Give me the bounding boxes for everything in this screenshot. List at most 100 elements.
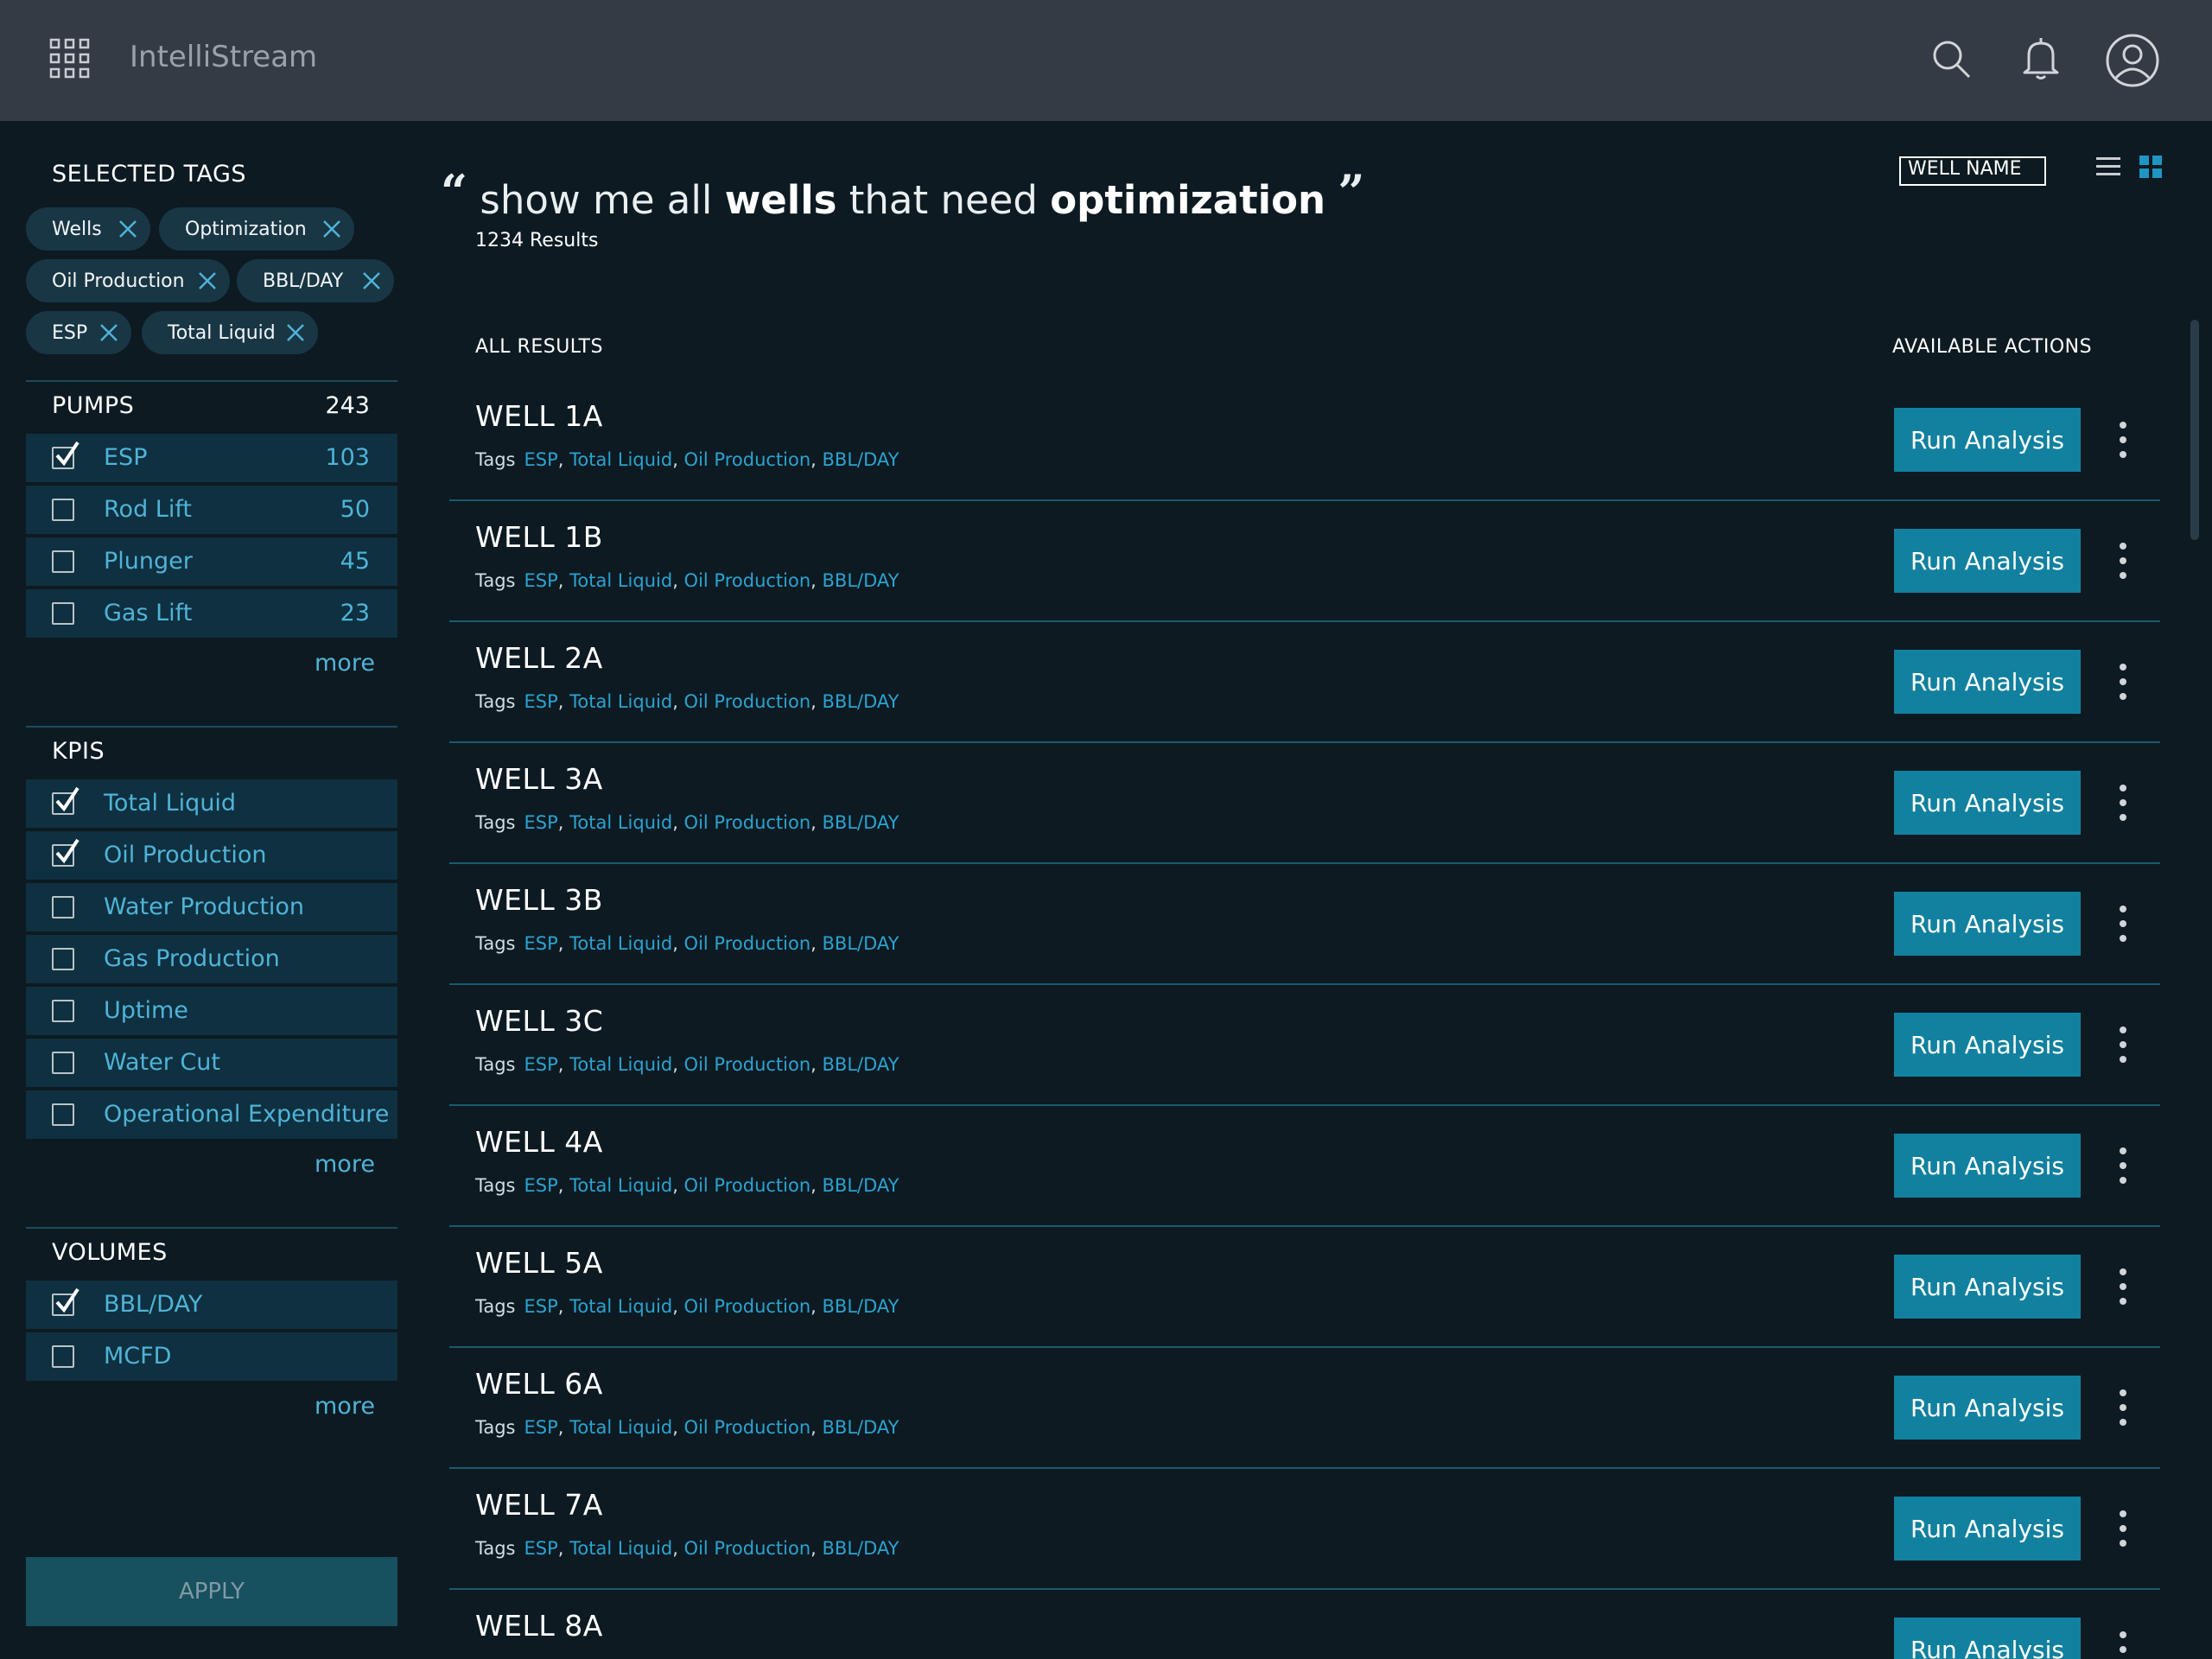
tag-chip-bbl-day[interactable]: BBL/DAY [237, 259, 394, 302]
filter-option-plunger[interactable]: Plunger 45 [26, 537, 397, 586]
tag-link[interactable]: BBL/DAY [823, 1175, 899, 1196]
tag-chip-oil-production[interactable]: Oil Production [26, 259, 230, 302]
filter-option-gas-production[interactable]: Gas Production [26, 935, 397, 983]
run-analysis-button[interactable]: Run Analysis [1894, 1497, 2081, 1560]
search-icon[interactable] [1930, 38, 1972, 79]
tag-link[interactable]: BBL/DAY [823, 1417, 899, 1438]
tag-link[interactable]: Oil Production [684, 1417, 811, 1438]
apps-grid-icon[interactable] [49, 38, 91, 79]
tag-link[interactable]: ESP [524, 1175, 558, 1196]
more-options-icon[interactable] [2117, 420, 2129, 460]
run-analysis-button[interactable]: Run Analysis [1894, 892, 2081, 956]
volumes-more-link[interactable]: more [315, 1393, 375, 1420]
well-title[interactable]: WELL 1B [475, 520, 603, 554]
checkbox-unchecked[interactable] [52, 896, 74, 918]
tag-link[interactable]: Total Liquid [569, 933, 672, 954]
well-row[interactable]: WELL 1A Tags ESP, Total Liquid, Oil Produc… [449, 380, 2160, 501]
filter-option-gas-lift[interactable]: Gas Lift 23 [26, 589, 397, 638]
tag-link[interactable]: Oil Production [684, 1538, 811, 1559]
checkbox-checked[interactable] [52, 838, 79, 867]
more-options-icon[interactable] [2117, 1388, 2129, 1427]
well-title[interactable]: WELL 4A [475, 1125, 603, 1159]
tag-chip-esp[interactable]: ESP [26, 311, 131, 354]
run-analysis-button[interactable]: Run Analysis [1894, 1134, 2081, 1198]
list-view-icon[interactable] [2096, 156, 2120, 178]
checkbox-unchecked[interactable] [52, 1345, 74, 1368]
filter-option-mcfd[interactable]: MCFD [26, 1332, 397, 1381]
tag-link[interactable]: Oil Production [684, 812, 811, 833]
tag-link[interactable]: Total Liquid [569, 691, 672, 712]
tag-link[interactable]: Oil Production [684, 691, 811, 712]
more-options-icon[interactable] [2117, 1025, 2129, 1065]
tag-link[interactable]: ESP [524, 691, 558, 712]
tag-link[interactable]: BBL/DAY [823, 691, 899, 712]
filter-option-water-production[interactable]: Water Production [26, 883, 397, 931]
tag-link[interactable]: ESP [524, 1054, 558, 1075]
well-row[interactable]: WELL 7A Tags ESP, Total Liquid, Oil Produc… [449, 1469, 2160, 1590]
run-analysis-button[interactable]: Run Analysis [1894, 1255, 2081, 1319]
bell-icon[interactable] [2020, 36, 2062, 81]
tag-link[interactable]: ESP [524, 570, 558, 591]
well-row[interactable]: WELL 4A Tags ESP, Total Liquid, Oil Produc… [449, 1106, 2160, 1227]
filter-option-total-liquid[interactable]: Total Liquid [26, 779, 397, 828]
well-title[interactable]: WELL 5A [475, 1246, 603, 1280]
remove-tag-icon[interactable] [285, 322, 306, 343]
tag-link[interactable]: ESP [524, 1417, 558, 1438]
tag-link[interactable]: BBL/DAY [823, 570, 899, 591]
checkbox-unchecked[interactable] [52, 550, 74, 573]
checkbox-unchecked[interactable] [52, 602, 74, 625]
grid-view-icon[interactable] [2139, 156, 2162, 178]
more-options-icon[interactable] [2117, 1630, 2129, 1659]
tag-link[interactable]: Oil Production [684, 1175, 811, 1196]
checkbox-unchecked[interactable] [52, 948, 74, 970]
remove-tag-icon[interactable] [321, 219, 342, 239]
well-row[interactable]: WELL 1B Tags ESP, Total Liquid, Oil Produc… [449, 501, 2160, 622]
tag-link[interactable]: ESP [524, 449, 558, 470]
filter-option-uptime[interactable]: Uptime [26, 987, 397, 1035]
well-title[interactable]: WELL 7A [475, 1488, 603, 1522]
tag-link[interactable]: Oil Production [684, 1054, 811, 1075]
run-analysis-button[interactable]: Run Analysis [1894, 1618, 2081, 1659]
sort-by-field[interactable]: WELL NAME [1899, 156, 2046, 186]
checkbox-checked[interactable] [52, 1287, 79, 1316]
tag-link[interactable]: Total Liquid [569, 449, 672, 470]
checkbox-unchecked[interactable] [52, 1000, 74, 1022]
more-options-icon[interactable] [2117, 662, 2129, 702]
run-analysis-button[interactable]: Run Analysis [1894, 1013, 2081, 1077]
more-options-icon[interactable] [2117, 1509, 2129, 1548]
run-analysis-button[interactable]: Run Analysis [1894, 529, 2081, 593]
more-options-icon[interactable] [2117, 783, 2129, 823]
tag-link[interactable]: BBL/DAY [823, 812, 899, 833]
well-title[interactable]: WELL 3B [475, 883, 603, 917]
well-row[interactable]: WELL 6A Tags ESP, Total Liquid, Oil Produc… [449, 1348, 2160, 1469]
checkbox-unchecked[interactable] [52, 499, 74, 521]
run-analysis-button[interactable]: Run Analysis [1894, 650, 2081, 714]
tag-link[interactable]: Total Liquid [569, 812, 672, 833]
apply-button[interactable]: APPLY [26, 1557, 397, 1626]
tag-link[interactable]: Total Liquid [569, 1417, 672, 1438]
well-title[interactable]: WELL 1A [475, 399, 603, 433]
filter-option-rod-lift[interactable]: Rod Lift 50 [26, 486, 397, 534]
checkbox-checked[interactable] [52, 786, 79, 815]
filter-option-operational-expenditure[interactable]: Operational Expenditure [26, 1090, 397, 1139]
pumps-more-link[interactable]: more [315, 650, 375, 677]
well-row[interactable]: WELL 5A Tags ESP, Total Liquid, Oil Produc… [449, 1227, 2160, 1348]
run-analysis-button[interactable]: Run Analysis [1894, 1376, 2081, 1440]
well-title[interactable]: WELL 2A [475, 641, 603, 675]
remove-tag-icon[interactable] [361, 270, 382, 291]
tag-link[interactable]: BBL/DAY [823, 933, 899, 954]
more-options-icon[interactable] [2117, 1146, 2129, 1185]
remove-tag-icon[interactable] [118, 219, 138, 239]
kpis-more-link[interactable]: more [315, 1151, 375, 1178]
well-title[interactable]: WELL 8A [475, 1609, 603, 1643]
user-avatar-icon[interactable] [2105, 33, 2160, 88]
scrollbar[interactable] [2190, 320, 2199, 540]
filter-option-water-cut[interactable]: Water Cut [26, 1039, 397, 1087]
tag-link[interactable]: Total Liquid [569, 1296, 672, 1317]
well-row[interactable]: WELL 3C Tags ESP, Total Liquid, Oil Produc… [449, 985, 2160, 1106]
tag-link[interactable]: Total Liquid [569, 570, 672, 591]
tag-link[interactable]: BBL/DAY [823, 1538, 899, 1559]
filter-option-bbl-day[interactable]: BBL/DAY [26, 1281, 397, 1329]
well-row[interactable]: WELL 8ATagsESP, Total Liquid, Oil Produc… [449, 1590, 2160, 1659]
filter-option-oil-production[interactable]: Oil Production [26, 831, 397, 880]
